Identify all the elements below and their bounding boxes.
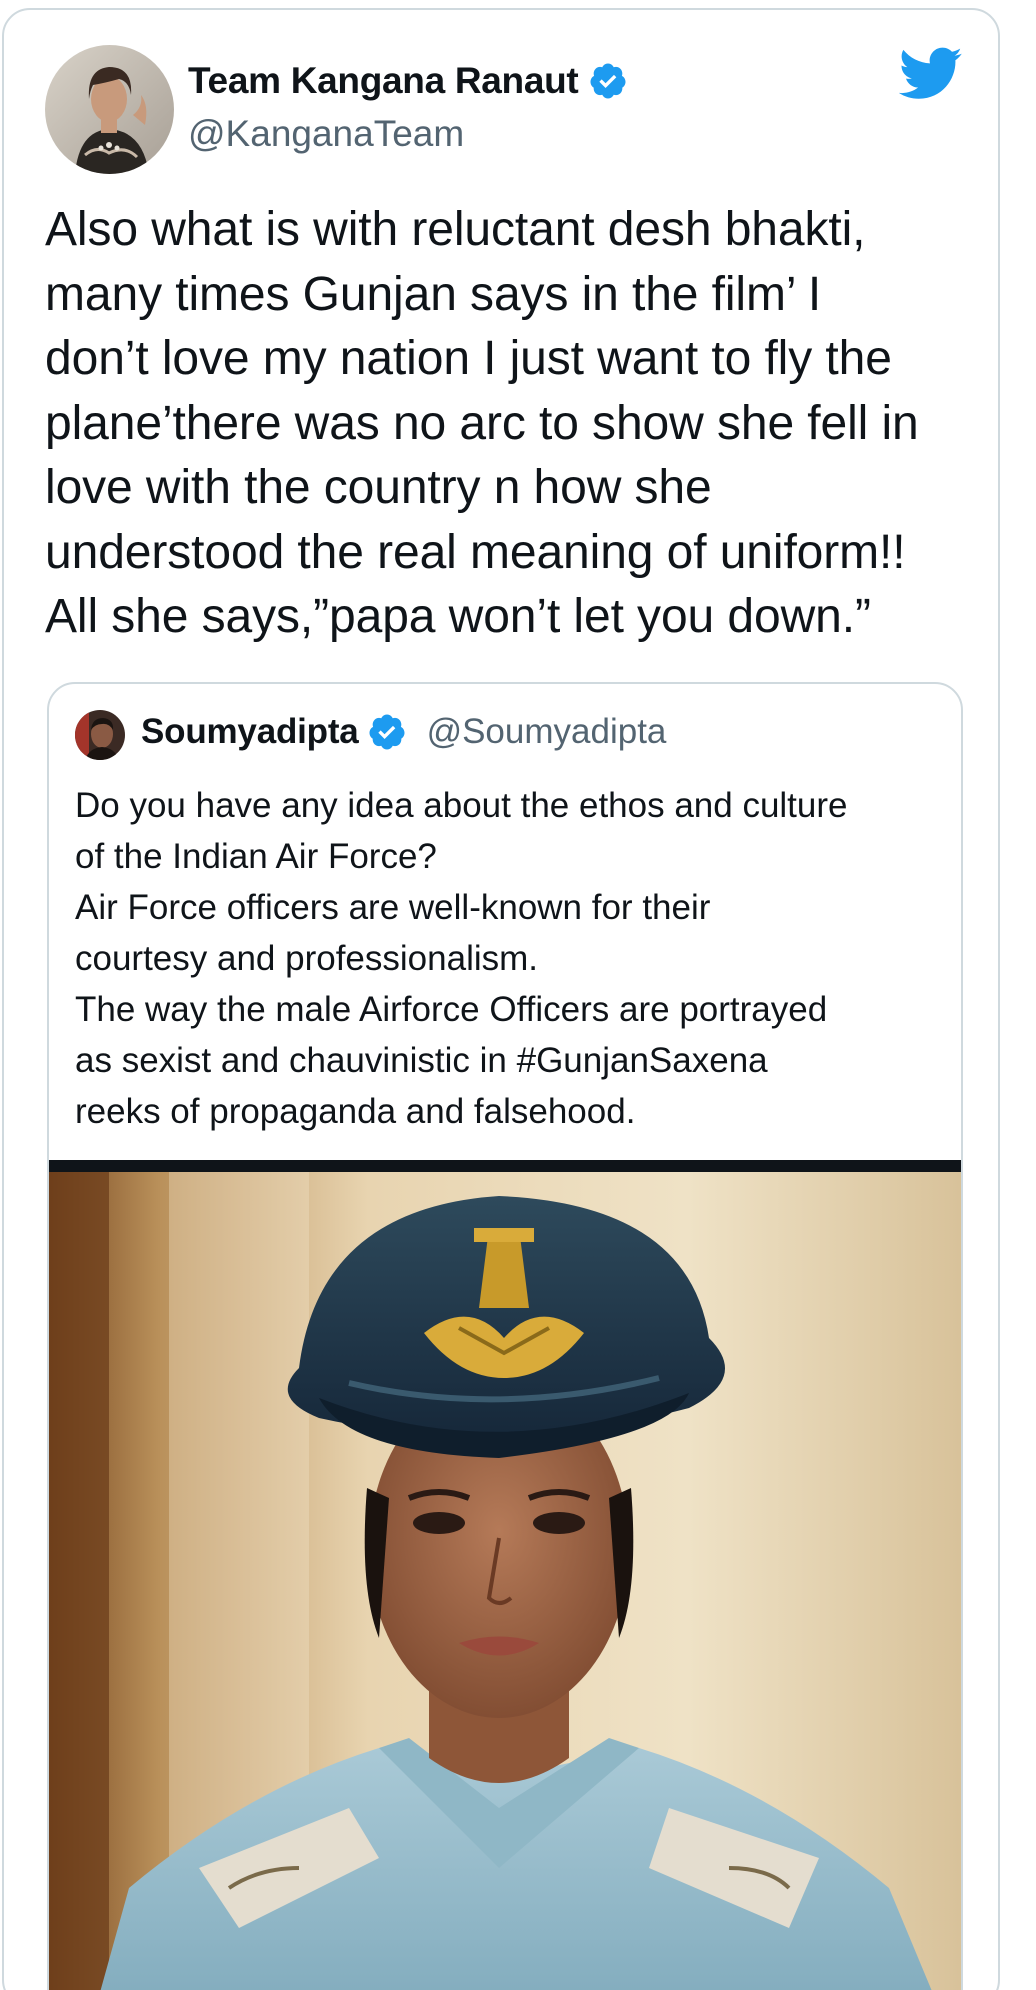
tweet-text: Also what is with reluctant desh bhakti,… (45, 203, 919, 643)
twitter-bird-icon[interactable] (899, 46, 963, 104)
quoted-avatar[interactable] (75, 710, 125, 760)
quoted-tweet[interactable]: Soumyadipta @Soumyadipta Do you have any… (47, 682, 963, 1990)
verified-badge-icon (590, 63, 626, 99)
author-display-name[interactable]: Team Kangana Ranaut (188, 60, 579, 102)
officer-photo-icon (49, 1168, 961, 1990)
author-handle[interactable]: @KanganaTeam (188, 113, 464, 155)
author-name-row: Team Kangana Ranaut (188, 60, 628, 102)
tweet-card[interactable]: Team Kangana Ranaut @KanganaTeam Also wh… (2, 8, 1000, 1990)
avatar[interactable] (45, 45, 174, 174)
avatar-photo-icon (45, 45, 174, 174)
quoted-avatar-photo-icon (75, 710, 125, 760)
quoted-media-image[interactable] (49, 1160, 961, 1990)
quoted-tweet-text: Do you have any idea about the ethos and… (75, 786, 848, 1131)
quoted-handle[interactable]: @Soumyadipta (427, 712, 667, 752)
quoted-name-row: Soumyadipta @Soumyadipta (141, 712, 666, 752)
quoted-display-name[interactable]: Soumyadipta (141, 712, 359, 752)
quoted-verified-badge-icon (369, 714, 405, 750)
